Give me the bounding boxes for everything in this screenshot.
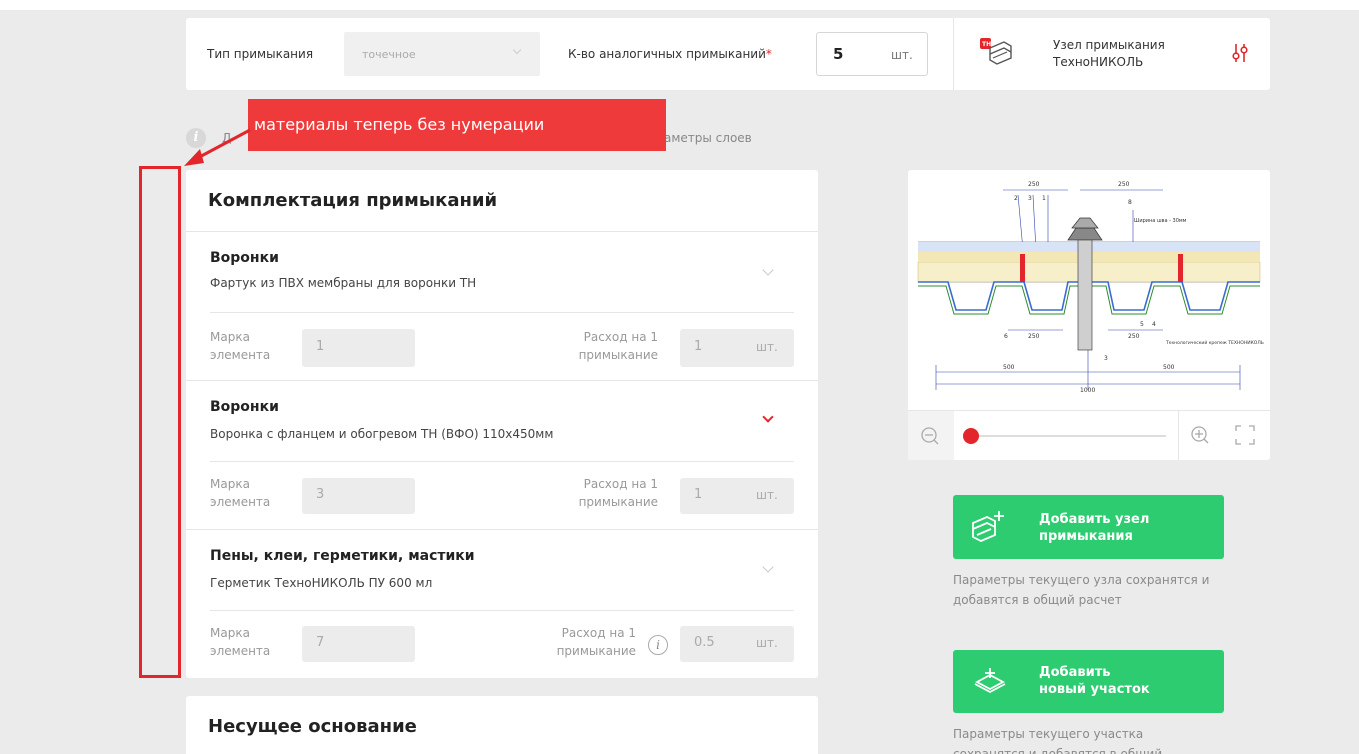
svg-text:250: 250 xyxy=(1028,333,1040,340)
svg-text:3: 3 xyxy=(1028,195,1032,202)
node-label: Узел примыкания ТехноНИКОЛЬ xyxy=(1053,38,1165,69)
vertical-divider xyxy=(953,18,954,90)
node-drawing-panel: 250 250 250 250 500 500 1000 Ширина шва … xyxy=(908,170,1270,460)
material-category: Воронки xyxy=(210,250,279,266)
usage-unit: шт. xyxy=(756,488,778,502)
svg-text:TH: TH xyxy=(982,41,991,48)
svg-text:Ширина шва - 30мм: Ширина шва - 30мм xyxy=(1134,218,1187,224)
node-drawing[interactable]: 250 250 250 250 500 500 1000 Ширина шва … xyxy=(908,170,1270,410)
panel-title: Комплектация примыканий xyxy=(208,190,498,211)
mark-label: Марка элемента xyxy=(210,330,271,362)
material-item[interactable]: Пены, клеи, герметики, мастики Герметик … xyxy=(186,530,818,678)
svg-text:2: 2 xyxy=(1014,195,1018,202)
fullscreen-icon[interactable] xyxy=(1234,424,1256,450)
material-name: Воронка с фланцем и обогревом ТН (ВФО) 1… xyxy=(210,427,554,441)
chevron-down-icon[interactable] xyxy=(762,411,774,423)
material-item[interactable]: Воронки Воронка с фланцем и обогревом ТН… xyxy=(186,381,818,529)
similar-count-label: К-во аналогичных примыканий* xyxy=(568,47,772,61)
adjacency-components-panel: Комплектация примыканий Воронки Фартук и… xyxy=(186,170,818,678)
svg-text:250: 250 xyxy=(1028,181,1040,188)
usage-value: 1 xyxy=(694,487,703,502)
divider xyxy=(210,461,794,462)
chevron-down-icon xyxy=(512,45,522,55)
svg-text:Технологический крепеж ТЕХНОНИ: Технологический крепеж ТЕХНОНИКОЛЬ xyxy=(1165,339,1264,346)
annotation-callout: материалы теперь без нумерации xyxy=(248,99,666,151)
base-structure-panel: Несущее основание xyxy=(186,696,818,754)
divider xyxy=(210,610,794,611)
add-section-label: Добавить новый участок xyxy=(1039,665,1150,697)
info-icon[interactable]: i xyxy=(648,635,668,655)
usage-unit: шт. xyxy=(756,636,778,650)
top-strip xyxy=(0,0,1359,10)
node-logo-icon: TH xyxy=(980,36,1014,66)
svg-text:500: 500 xyxy=(1163,364,1175,371)
usage-label: Расход на 1 примыкание xyxy=(578,330,658,362)
usage-value: 0.5 xyxy=(694,635,715,650)
mark-input[interactable]: 1 xyxy=(302,329,415,367)
mark-value: 7 xyxy=(316,635,325,650)
similar-count-input[interactable]: 5 шт. xyxy=(816,32,928,76)
add-node-button[interactable]: Добавить узел примыкания xyxy=(953,495,1224,559)
adjacency-type-label: Тип примыкания xyxy=(207,47,314,61)
svg-text:250: 250 xyxy=(1118,181,1130,188)
chevron-down-icon[interactable] xyxy=(762,264,774,276)
usage-input[interactable]: 1 шт. xyxy=(680,478,794,514)
add-section-icon xyxy=(973,666,1007,700)
material-category: Пены, клеи, герметики, мастики xyxy=(210,548,475,564)
chevron-down-icon[interactable] xyxy=(762,561,774,573)
usage-unit: шт. xyxy=(756,340,778,354)
vertical-divider xyxy=(1178,411,1179,460)
zoom-out-button[interactable] xyxy=(908,411,954,460)
annotation-arrow xyxy=(184,128,251,166)
zoom-slider-handle[interactable] xyxy=(963,428,979,444)
similar-count-unit: шт. xyxy=(891,48,913,62)
mark-value: 1 xyxy=(316,339,325,354)
zoom-slider[interactable] xyxy=(964,435,1166,437)
mark-value: 3 xyxy=(316,487,325,502)
mark-input[interactable]: 3 xyxy=(302,478,415,514)
adjacency-type-select[interactable]: точечное xyxy=(344,32,540,76)
add-node-note: Параметры текущего узла сохранятся и доб… xyxy=(953,573,1210,607)
filter-settings-icon[interactable] xyxy=(1231,43,1249,63)
divider xyxy=(210,312,794,313)
divider xyxy=(908,410,1270,411)
material-name: Фартук из ПВХ мембраны для воронки ТН xyxy=(210,276,477,290)
material-category: Воронки xyxy=(210,399,279,415)
svg-text:3: 3 xyxy=(1104,355,1108,362)
adjacency-parameters-bar: Тип примыкания точечное К-во аналогичных… xyxy=(186,18,1270,90)
adjacency-type-value: точечное xyxy=(362,48,416,61)
mark-label: Марка элемента xyxy=(210,477,271,509)
add-node-label: Добавить узел примыкания xyxy=(1039,512,1150,544)
usage-value: 1 xyxy=(694,339,703,354)
panel-title: Несущее основание xyxy=(208,716,417,737)
mark-label: Марка элемента xyxy=(210,626,271,658)
material-name: Герметик ТехноНИКОЛЬ ПУ 600 мл xyxy=(210,576,433,590)
svg-text:1: 1 xyxy=(1042,195,1046,202)
layer-parameters-link[interactable]: аметры слоев xyxy=(664,131,752,145)
usage-label: Расход на 1 примыкание xyxy=(556,626,636,658)
usage-input[interactable]: 1 шт. xyxy=(680,329,794,367)
add-node-icon xyxy=(969,509,1005,547)
similar-count-value: 5 xyxy=(833,45,844,63)
annotation-highlight-box xyxy=(139,166,181,678)
usage-input[interactable]: 0.5 шт. xyxy=(680,626,794,662)
svg-text:4: 4 xyxy=(1152,321,1156,328)
usage-label: Расход на 1 примыкание xyxy=(578,477,658,509)
zoom-in-icon[interactable] xyxy=(1188,423,1212,451)
add-section-button[interactable]: Добавить новый участок xyxy=(953,650,1224,713)
mark-input[interactable]: 7 xyxy=(302,626,415,662)
add-section-note: Параметры текущего участка сохранятся и … xyxy=(953,727,1163,754)
svg-text:250: 250 xyxy=(1128,333,1140,340)
annotation-text: материалы теперь без нумерации xyxy=(254,115,545,134)
svg-text:1000: 1000 xyxy=(1080,387,1095,394)
svg-text:500: 500 xyxy=(1003,364,1015,371)
svg-text:5: 5 xyxy=(1140,321,1144,328)
svg-text:6: 6 xyxy=(1004,333,1008,340)
svg-text:8: 8 xyxy=(1128,199,1132,206)
material-item[interactable]: Воронки Фартук из ПВХ мембраны для ворон… xyxy=(186,232,818,380)
